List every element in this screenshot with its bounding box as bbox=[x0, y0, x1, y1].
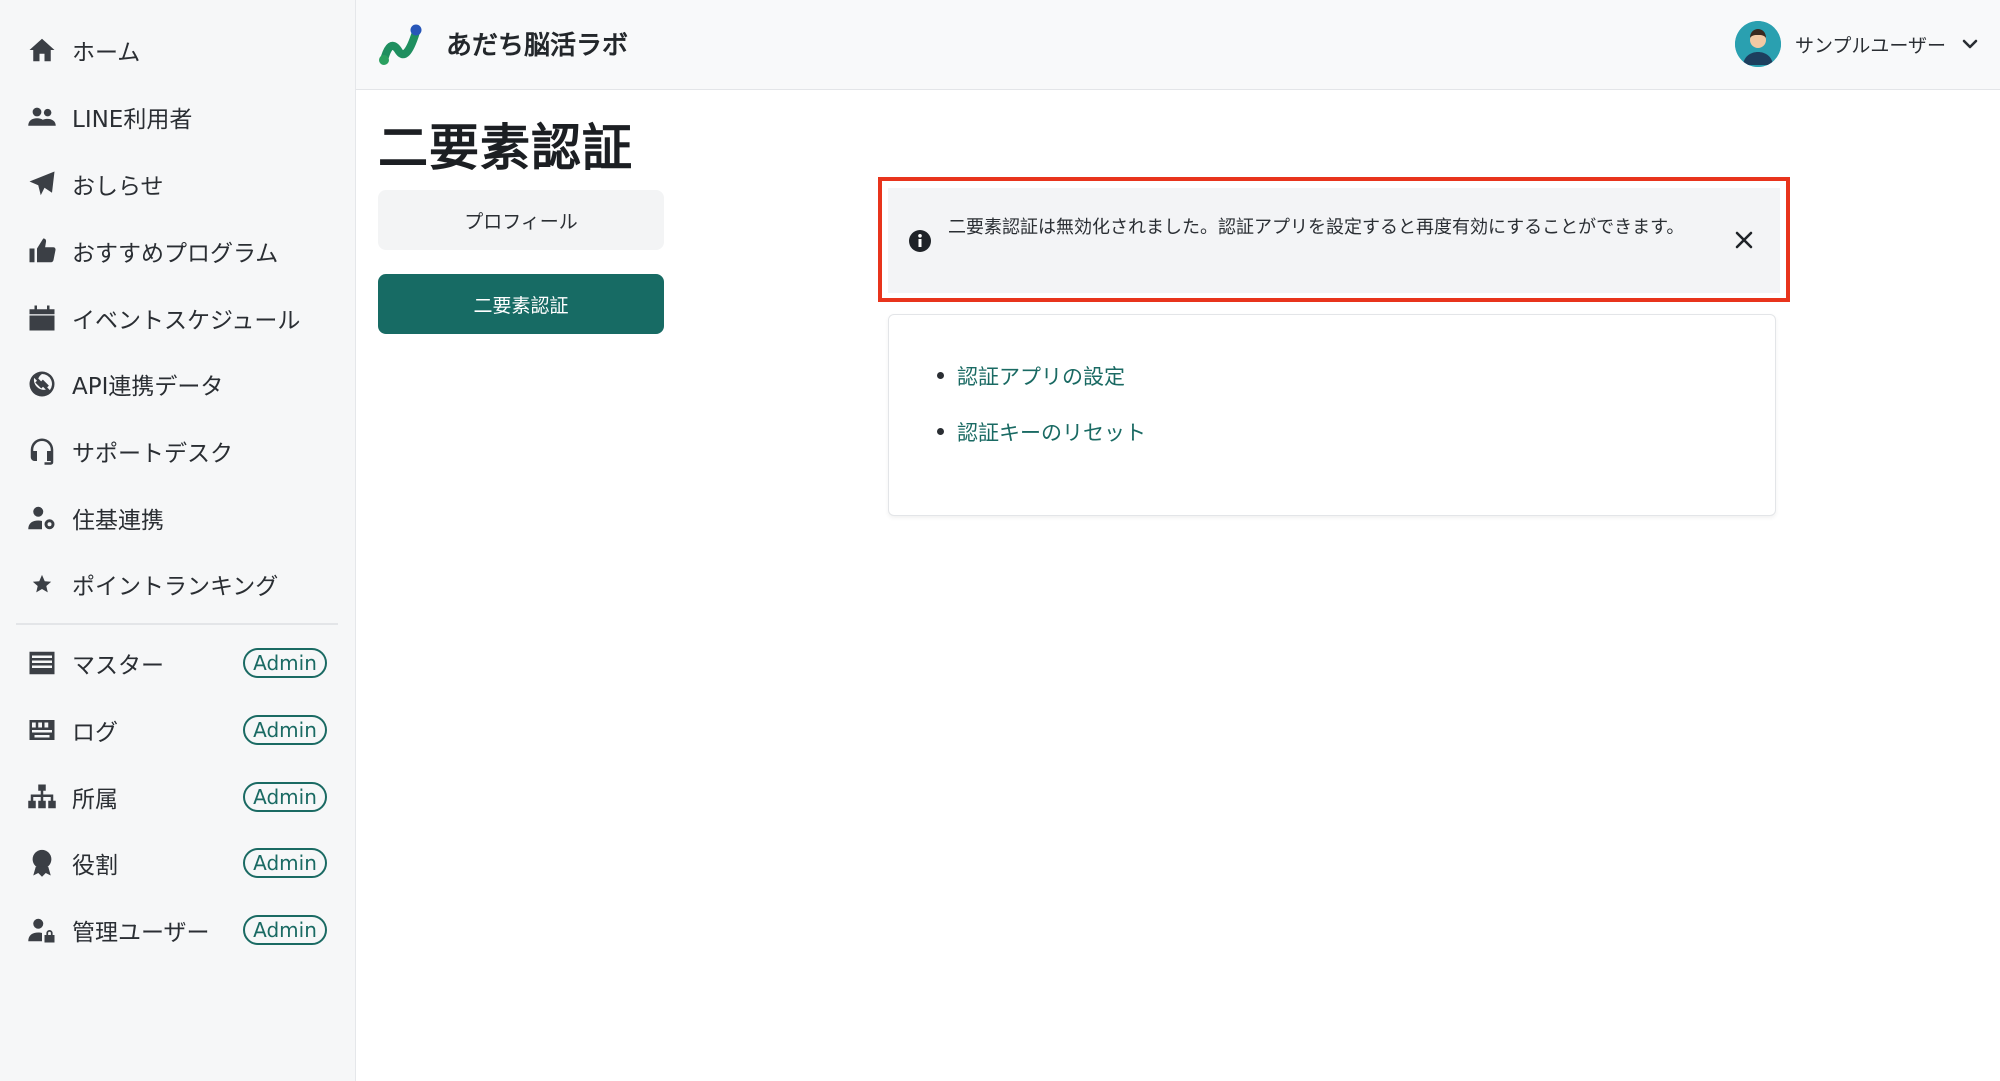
sitemap-icon bbox=[26, 781, 58, 813]
sidebar-item-api[interactable]: API連携データ bbox=[0, 356, 356, 412]
admin-badge: Admin bbox=[243, 848, 327, 878]
sidebar-item-label: ポイントランキング bbox=[72, 574, 279, 600]
sidebar-item-label: LINE利用者 bbox=[72, 107, 193, 133]
headset-icon bbox=[26, 435, 58, 467]
sidebar-item-label: マスター bbox=[72, 653, 164, 679]
user-gear-icon bbox=[26, 502, 58, 534]
sidebar-item-label: おしらせ bbox=[72, 174, 164, 200]
calendar-icon bbox=[26, 302, 58, 334]
log-icon bbox=[26, 714, 58, 746]
sidebar-item-affiliation[interactable]: 所属 Admin bbox=[0, 769, 356, 825]
info-alert: 二要素認証は無効化されました。認証アプリを設定すると再度有効にすることができます… bbox=[888, 188, 1780, 293]
sidebar-divider bbox=[16, 623, 338, 625]
setup-auth-app-link[interactable]: 認証アプリの設定 bbox=[957, 361, 1125, 391]
sidebar-item-label: 住基連携 bbox=[72, 508, 164, 534]
sidebar-item-ranking[interactable]: ポイントランキング bbox=[0, 556, 356, 612]
paper-plane-icon bbox=[26, 168, 58, 200]
sidebar-item-news[interactable]: おしらせ bbox=[0, 156, 356, 212]
sidebar-item-label: おすすめプログラム bbox=[72, 241, 279, 267]
sidebar-item-label: 所属 bbox=[72, 787, 118, 813]
close-icon[interactable] bbox=[1730, 226, 1758, 254]
reset-auth-key-link[interactable]: 認証キーのリセット bbox=[957, 417, 1146, 447]
sidebar-item-label: API連携データ bbox=[72, 374, 224, 400]
sidebar-item-label: 役割 bbox=[72, 853, 118, 879]
user-name: サンプルユーザー bbox=[1794, 34, 1946, 57]
avatar bbox=[1734, 21, 1781, 67]
sidebar-item-events[interactable]: イベントスケジュール bbox=[0, 290, 356, 346]
brand-logo-icon[interactable] bbox=[376, 20, 426, 70]
sidebar-item-home[interactable]: ホーム bbox=[0, 22, 356, 78]
brand-name[interactable]: あだち脳活ラボ bbox=[446, 25, 628, 62]
award-icon bbox=[26, 847, 58, 879]
chevron-down-icon bbox=[1960, 34, 1980, 54]
star-icon bbox=[26, 568, 58, 600]
sidebar-item-support[interactable]: サポートデスク bbox=[0, 423, 356, 479]
thumbs-up-icon bbox=[26, 235, 58, 267]
admin-badge: Admin bbox=[243, 782, 327, 812]
list-bullet bbox=[937, 372, 944, 379]
sidebar-item-label: サポートデスク bbox=[72, 441, 233, 467]
user-lock-icon bbox=[26, 914, 58, 946]
user-menu[interactable]: サンプルユーザー bbox=[1734, 20, 1980, 68]
sidebar-item-label: イベントスケジュール bbox=[72, 308, 301, 334]
api-icon bbox=[26, 368, 58, 400]
admin-badge: Admin bbox=[243, 915, 327, 945]
alert-message: 二要素認証は無効化されました。認証アプリを設定すると再度有効にすることができます… bbox=[948, 217, 1685, 238]
tab-profile[interactable]: プロフィール bbox=[378, 190, 664, 250]
home-icon bbox=[26, 34, 58, 66]
info-icon bbox=[909, 230, 931, 252]
top-header: あだち脳活ラボ サンプルユーザー bbox=[356, 0, 2000, 90]
sidebar-item-line-users[interactable]: LINE利用者 bbox=[0, 89, 356, 145]
tab-two-factor-auth[interactable]: 二要素認証 bbox=[378, 274, 664, 334]
admin-badge: Admin bbox=[243, 715, 327, 745]
sidebar-item-master[interactable]: マスター Admin bbox=[0, 635, 356, 691]
sidebar-item-resident-registry[interactable]: 住基連携 bbox=[0, 490, 356, 546]
sidebar-item-label: ホーム bbox=[72, 40, 141, 66]
sidebar: ホーム LINE利用者 おしらせ おすすめプログラム イベントスケジュール AP… bbox=[0, 0, 356, 1081]
list-bullet bbox=[937, 428, 944, 435]
sidebar-item-role[interactable]: 役割 Admin bbox=[0, 835, 356, 891]
sidebar-item-recommended[interactable]: おすすめプログラム bbox=[0, 223, 356, 279]
users-icon bbox=[26, 101, 58, 133]
sidebar-item-label: ログ bbox=[72, 720, 118, 746]
sidebar-item-label: 管理ユーザー bbox=[72, 920, 210, 946]
page-title: 二要素認証 bbox=[378, 119, 633, 177]
sidebar-item-admin-users[interactable]: 管理ユーザー Admin bbox=[0, 902, 356, 958]
two-factor-card: 認証アプリの設定 認証キーのリセット bbox=[888, 314, 1776, 516]
sidebar-item-log[interactable]: ログ Admin bbox=[0, 702, 356, 758]
admin-badge: Admin bbox=[243, 648, 327, 678]
master-icon bbox=[26, 647, 58, 679]
